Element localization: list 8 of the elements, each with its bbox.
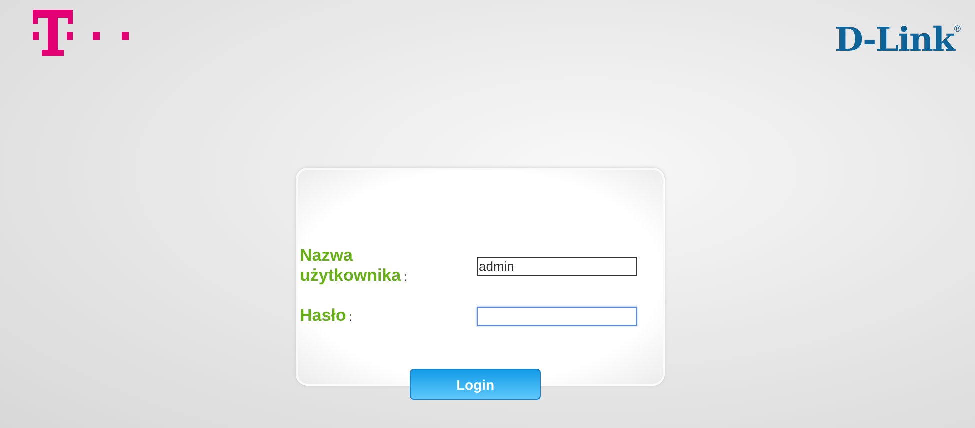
field-label: Hasło [300,306,346,325]
field-label: Nazwa użytkownika [300,246,402,285]
registered-mark: ® [954,24,961,34]
input-field[interactable]: admin [477,256,637,276]
input-field[interactable] [477,306,637,326]
colon: : [349,310,353,324]
brand-logo: D-Link [834,22,954,58]
colon: : [404,270,408,284]
